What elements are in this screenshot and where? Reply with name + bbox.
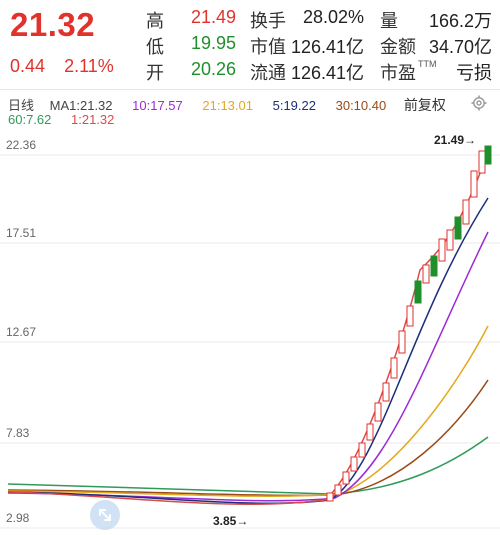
- candle: [366, 423, 374, 441]
- candle: [334, 484, 342, 496]
- candle: [390, 357, 398, 379]
- zoom-button[interactable]: [90, 500, 120, 530]
- candle: [484, 145, 492, 165]
- candle: [470, 170, 478, 198]
- ma60-line: [7, 436, 489, 495]
- ma21-line: [7, 325, 489, 497]
- candle: [406, 305, 414, 327]
- candles: [326, 145, 492, 502]
- ma5-line: [7, 197, 489, 505]
- kline-chart[interactable]: 21.49→ 3.85→: [0, 0, 500, 534]
- candle: [454, 216, 462, 240]
- candle: [358, 442, 366, 458]
- candle: [422, 264, 430, 284]
- ma1-line: [7, 151, 489, 505]
- ma-lines: [7, 151, 489, 505]
- candle: [342, 471, 350, 485]
- candle: [398, 330, 406, 354]
- candle: [438, 238, 446, 262]
- low-marker: 3.85→: [213, 514, 248, 528]
- ma10-line: [7, 231, 489, 502]
- candle: [430, 255, 438, 277]
- candle: [462, 199, 470, 225]
- high-marker: 21.49→: [434, 133, 476, 147]
- candle: [382, 382, 390, 402]
- candle: [446, 229, 454, 251]
- ma30-line: [7, 379, 489, 497]
- candle: [326, 492, 334, 502]
- candle: [350, 456, 358, 472]
- candle: [414, 280, 422, 304]
- candle: [374, 402, 382, 422]
- candle: [478, 150, 486, 174]
- expand-icon: [99, 509, 111, 521]
